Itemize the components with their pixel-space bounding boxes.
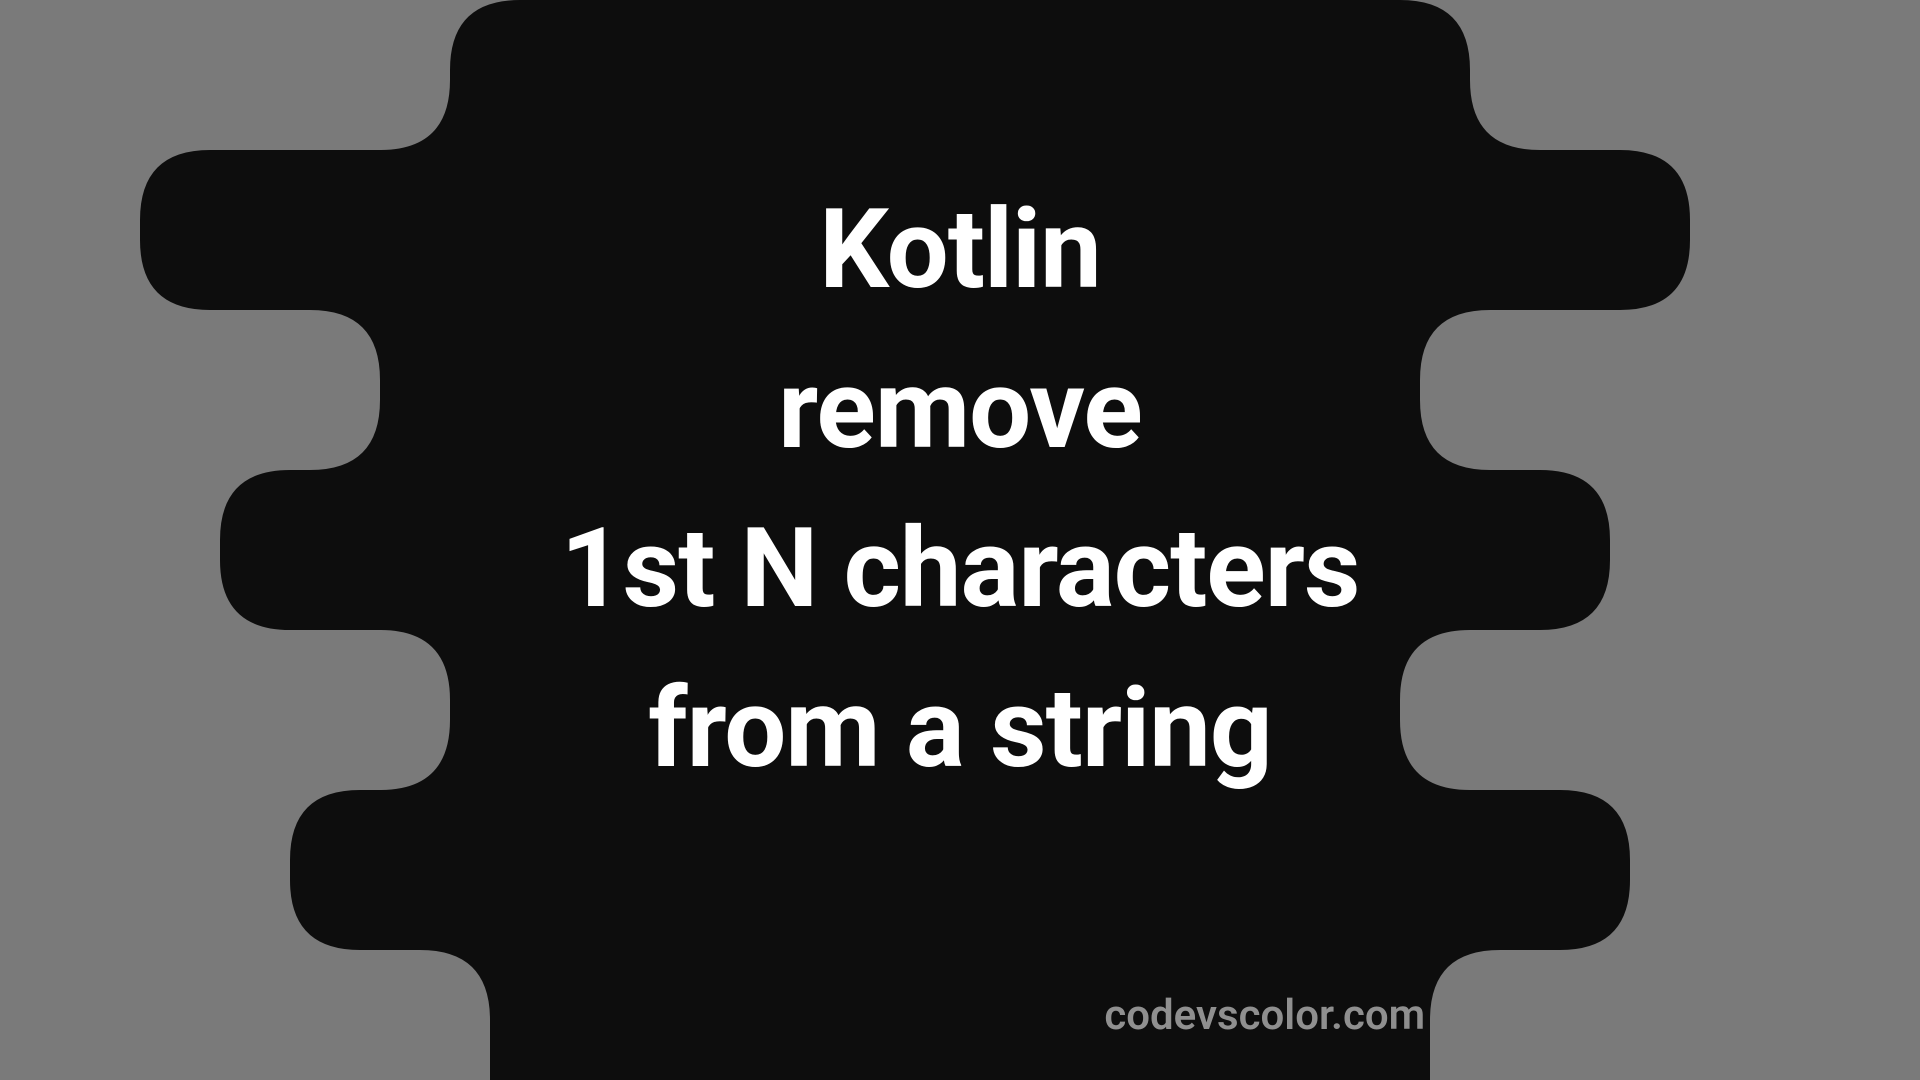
title-line-2: remove <box>561 329 1360 489</box>
title-line-1: Kotlin <box>561 170 1360 330</box>
blob-graphic-container: Kotlin remove 1st N characters from a st… <box>0 0 1920 1080</box>
title-text: Kotlin remove 1st N characters from a st… <box>561 170 1360 808</box>
title-line-4: from a string <box>561 648 1360 808</box>
watermark-text: codevscolor.com <box>1104 991 1425 1040</box>
title-block: Kotlin remove 1st N characters from a st… <box>561 170 1360 808</box>
title-line-3: 1st N characters <box>561 489 1360 648</box>
